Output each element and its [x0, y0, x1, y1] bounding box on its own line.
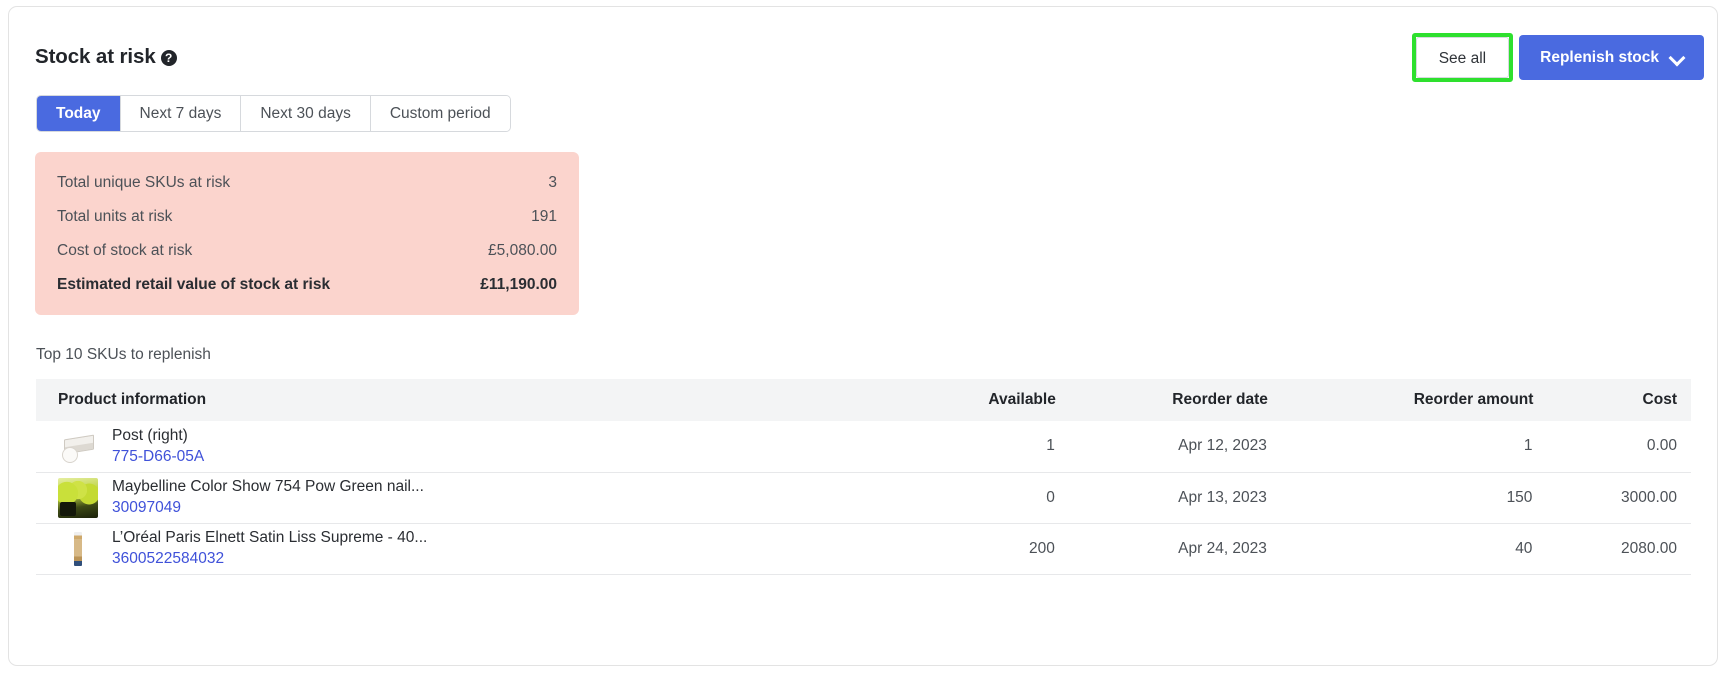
product-cell: Post (right) 775-D66-05A: [58, 426, 905, 467]
stock-at-risk-summary: Total unique SKUs at risk 3 Total units …: [35, 152, 579, 315]
see-all-highlight: See all: [1411, 33, 1514, 82]
product-text: Post (right) 775-D66-05A: [112, 426, 204, 467]
summary-row-total-units: Total units at risk 191: [57, 208, 557, 226]
tab-next-7-days[interactable]: Next 7 days: [120, 96, 242, 131]
product-name: Maybelline Color Show 754 Pow Green nail…: [112, 478, 424, 495]
cell-reorder-date: Apr 13, 2023: [1055, 472, 1268, 524]
page-title-text: Stock at risk: [35, 45, 156, 68]
cell-product-information: Maybelline Color Show 754 Pow Green nail…: [36, 472, 907, 524]
table-row[interactable]: L’Oréal Paris Elnett Satin Liss Supreme …: [36, 523, 1691, 575]
nail-polish-thumbnail: [58, 477, 98, 518]
product-sku-link[interactable]: 30097049: [112, 497, 424, 518]
bed-post-thumbnail: [58, 426, 98, 467]
product-text: L’Oréal Paris Elnett Satin Liss Supreme …: [112, 528, 427, 569]
product-text: Maybelline Color Show 754 Pow Green nail…: [112, 477, 424, 518]
stock-at-risk-card: Stock at risk? See all Replenish stock T…: [8, 6, 1718, 666]
table-header-row: Product information Available Reorder da…: [36, 379, 1691, 421]
product-name: L’Oréal Paris Elnett Satin Liss Supreme …: [112, 529, 428, 546]
period-tab-group: Today Next 7 days Next 30 days Custom pe…: [36, 95, 511, 132]
table-head: Product information Available Reorder da…: [36, 379, 1691, 421]
cell-available: 0: [906, 472, 1056, 524]
summary-label: Total unique SKUs at risk: [57, 174, 231, 191]
see-all-button[interactable]: See all: [1415, 37, 1510, 78]
summary-row-total-unique-skus: Total unique SKUs at risk 3: [57, 174, 557, 192]
hairspray-thumbnail: [58, 528, 98, 569]
header-actions: See all Replenish stock: [1411, 33, 1704, 82]
cell-reorder-amount: 1: [1267, 421, 1534, 473]
column-header-product-information[interactable]: Product information: [36, 379, 907, 421]
product-sku-link[interactable]: 775-D66-05A: [112, 446, 204, 467]
column-header-reorder-amount[interactable]: Reorder amount: [1267, 379, 1534, 421]
cell-cost: 0.00: [1533, 421, 1691, 473]
summary-value: £11,190.00: [480, 276, 557, 293]
tab-today[interactable]: Today: [37, 96, 121, 131]
help-circle-icon[interactable]: ?: [160, 50, 177, 66]
cell-reorder-date: Apr 12, 2023: [1055, 421, 1268, 473]
product-sku-link[interactable]: 3600522584032: [112, 548, 427, 569]
column-header-reorder-date[interactable]: Reorder date: [1055, 379, 1268, 421]
product-name: Post (right): [112, 426, 188, 444]
tab-custom-period[interactable]: Custom period: [370, 96, 510, 131]
cell-reorder-date: Apr 24, 2023: [1055, 523, 1268, 575]
summary-label: Total units at risk: [57, 208, 173, 225]
cell-cost: 3000.00: [1533, 472, 1691, 524]
cell-product-information: Post (right) 775-D66-05A: [36, 421, 907, 473]
table-row[interactable]: Post (right) 775-D66-05A 1 Apr 12, 2023 …: [36, 421, 1691, 473]
cell-available: 1: [906, 421, 1056, 473]
replenish-stock-label: Replenish stock: [1540, 49, 1659, 66]
column-header-cost[interactable]: Cost: [1533, 379, 1691, 421]
summary-value: 191: [531, 208, 557, 225]
column-header-available[interactable]: Available: [906, 379, 1056, 421]
cell-product-information: L’Oréal Paris Elnett Satin Liss Supreme …: [36, 523, 907, 575]
summary-row-estimated-retail-value: Estimated retail value of stock at risk …: [57, 276, 557, 294]
summary-label: Estimated retail value of stock at risk: [57, 276, 331, 293]
replenish-stock-button[interactable]: Replenish stock: [1519, 35, 1704, 80]
replenish-table: Product information Available Reorder da…: [36, 379, 1691, 575]
summary-label: Cost of stock at risk: [57, 242, 193, 259]
chevron-down-icon: [1670, 51, 1683, 64]
cell-reorder-amount: 40: [1267, 523, 1534, 575]
product-cell: Maybelline Color Show 754 Pow Green nail…: [58, 477, 905, 518]
cell-reorder-amount: 150: [1267, 472, 1534, 524]
card-header: Stock at risk? See all Replenish stock: [9, 7, 1717, 99]
replenish-table-wrapper: Product information Available Reorder da…: [36, 379, 1691, 575]
product-cell: L’Oréal Paris Elnett Satin Liss Supreme …: [58, 528, 905, 569]
tab-next-30-days[interactable]: Next 30 days: [241, 96, 371, 131]
summary-value: £5,080.00: [488, 242, 557, 259]
summary-row-cost-of-stock: Cost of stock at risk £5,080.00: [57, 242, 557, 260]
table-caption: Top 10 SKUs to replenish: [36, 346, 211, 363]
table-body: Post (right) 775-D66-05A 1 Apr 12, 2023 …: [36, 421, 1691, 575]
page-title: Stock at risk?: [35, 45, 177, 69]
cell-cost: 2080.00: [1533, 523, 1691, 575]
table-row[interactable]: Maybelline Color Show 754 Pow Green nail…: [36, 472, 1691, 524]
summary-value: 3: [548, 174, 557, 191]
cell-available: 200: [906, 523, 1056, 575]
